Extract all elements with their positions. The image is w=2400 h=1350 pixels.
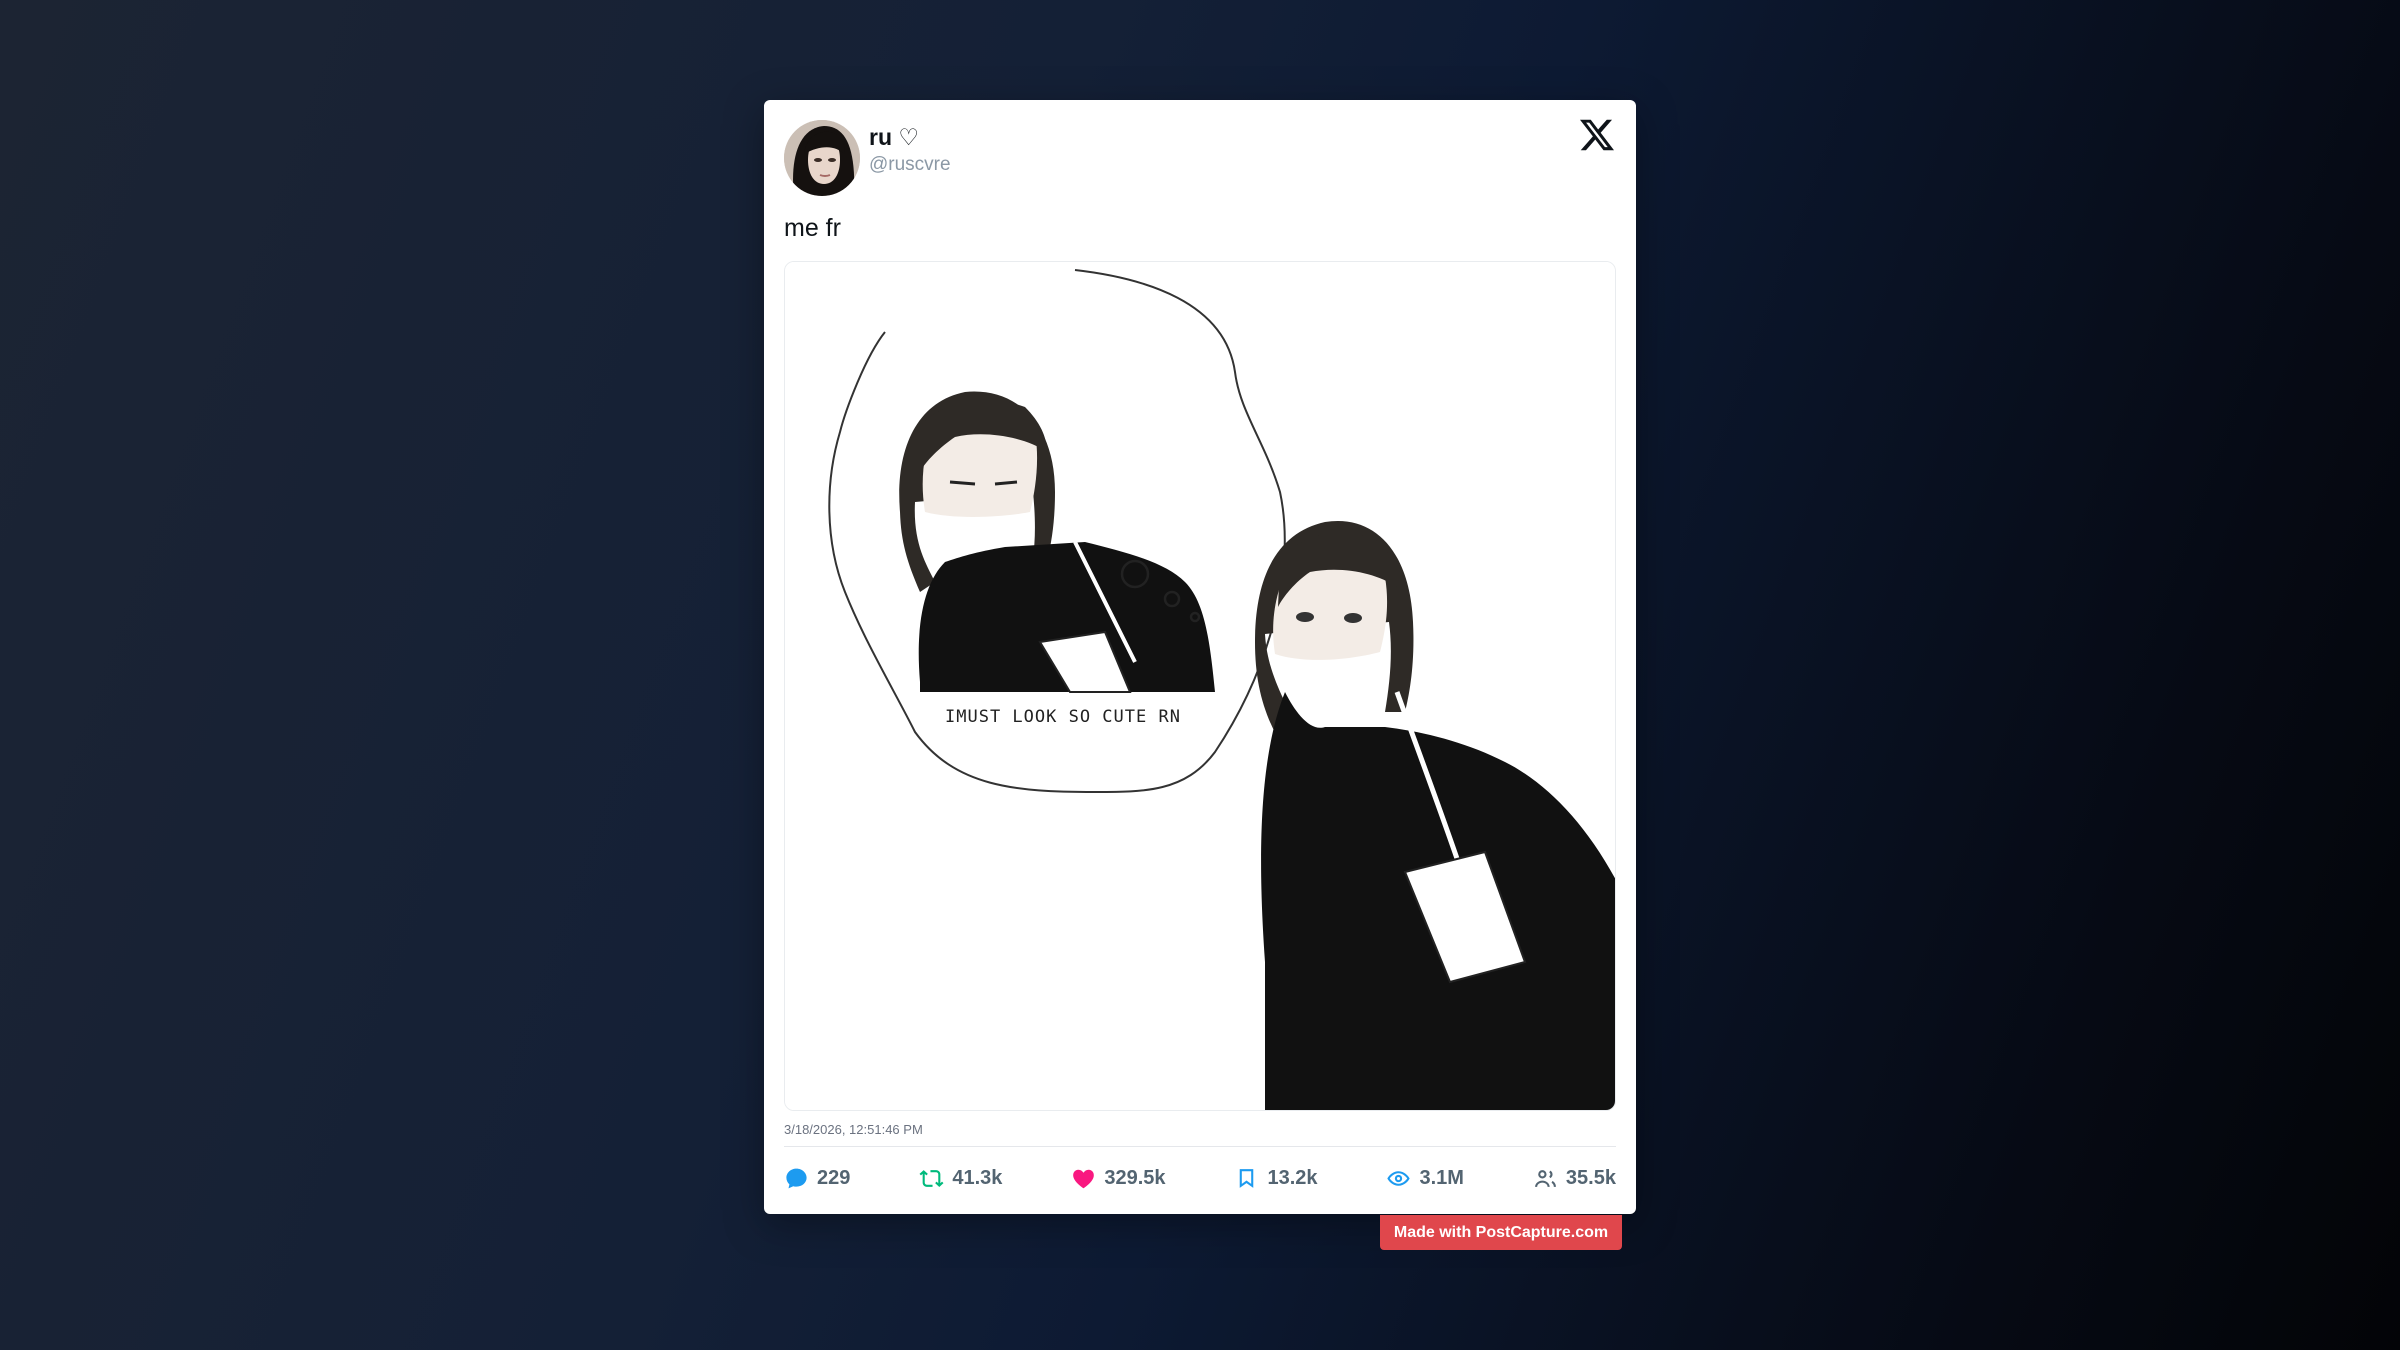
tweet-stats-bar: 229 41.3k 329.5k 13.2k 3.1M 35.5k <box>784 1160 1616 1196</box>
tweet-timestamp: 3/18/2026, 12:51:46 PM <box>784 1122 923 1137</box>
tweet-card: ru ♡ @ruscvre me fr IMUST LOOK SO CUTE R… <box>764 100 1636 1214</box>
reply-icon <box>786 1168 807 1188</box>
postcapture-watermark[interactable]: Made with PostCapture.com <box>1380 1215 1622 1250</box>
followers-count: 35.5k <box>1565 1166 1616 1189</box>
repost-count: 41.3k <box>952 1166 1003 1189</box>
avatar-image <box>784 120 860 196</box>
heart-icon <box>1073 1169 1095 1188</box>
bookmark-count: 13.2k <box>1267 1166 1318 1189</box>
media-caption-text: IMUST LOOK SO CUTE RN <box>945 707 1181 727</box>
avatar[interactable] <box>784 120 860 196</box>
tweet-text: me fr <box>784 214 841 242</box>
author-handle[interactable]: @ruscvre <box>869 154 951 176</box>
repost-icon <box>919 1169 944 1187</box>
like-count: 329.5k <box>1104 1166 1166 1189</box>
reply-count: 229 <box>817 1166 851 1189</box>
x-logo-icon[interactable] <box>1580 118 1614 152</box>
views-stat[interactable]: 3.1M <box>1386 1166 1464 1191</box>
reply-stat[interactable]: 229 <box>784 1166 850 1191</box>
stats-divider <box>784 1146 1616 1147</box>
users-icon <box>1534 1169 1556 1187</box>
views-count: 3.1M <box>1419 1166 1464 1189</box>
bookmark-icon <box>1240 1168 1254 1188</box>
bookmark-stat[interactable]: 13.2k <box>1234 1166 1318 1191</box>
tweet-media[interactable]: IMUST LOOK SO CUTE RN <box>784 261 1616 1111</box>
repost-stat[interactable]: 41.3k <box>919 1166 1002 1191</box>
eye-icon <box>1387 1170 1411 1186</box>
author-display-name[interactable]: ru ♡ <box>869 124 919 151</box>
media-illustration: IMUST LOOK SO CUTE RN <box>785 262 1615 1110</box>
like-stat[interactable]: 329.5k <box>1071 1166 1166 1191</box>
followers-stat[interactable]: 35.5k <box>1533 1166 1616 1191</box>
